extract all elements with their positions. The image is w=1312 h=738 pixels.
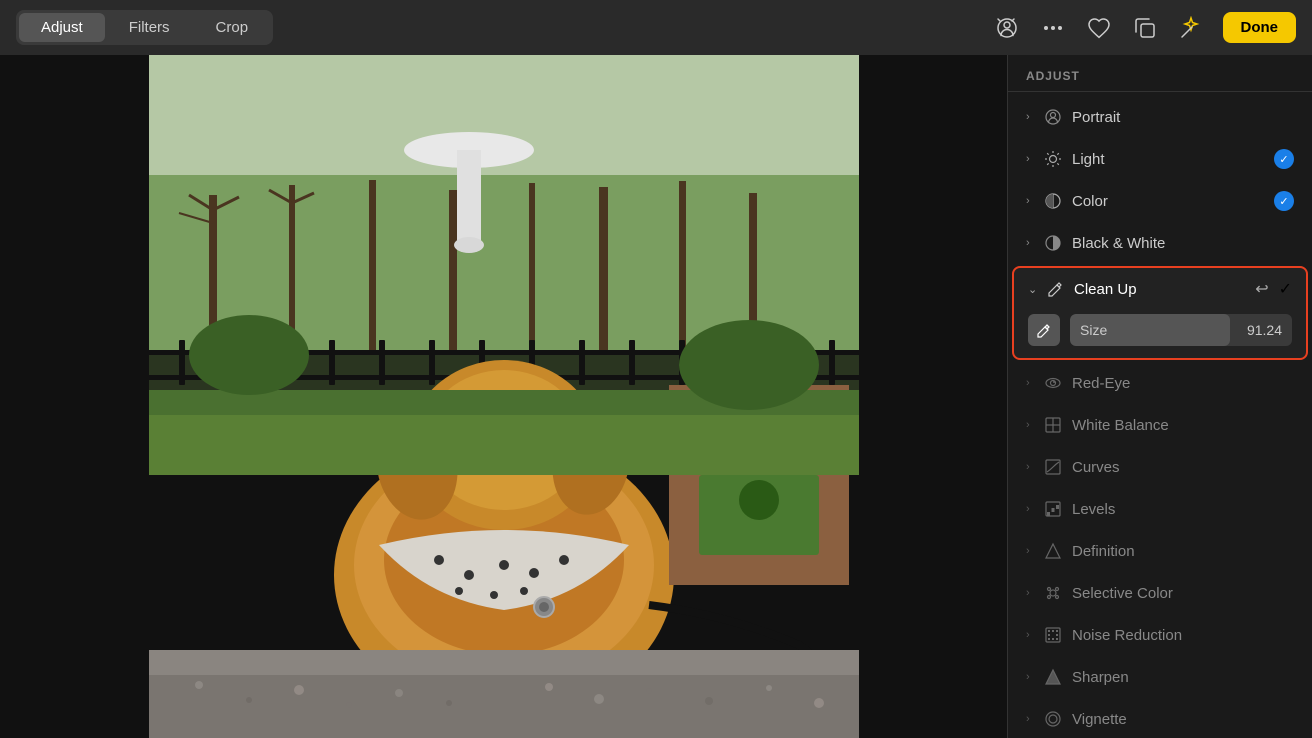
adjust-item-bw[interactable]: › Black & White (1012, 222, 1308, 264)
noisereduction-icon (1042, 624, 1064, 646)
undo-icon[interactable]: ↩ (1255, 279, 1268, 299)
adjust-item-portrait[interactable]: › Portrait (1012, 96, 1308, 138)
light-icon (1042, 148, 1064, 170)
brush-button[interactable] (1028, 314, 1060, 346)
adjust-item-redeye[interactable]: › Red-Eye (1012, 362, 1308, 404)
duplicate-icon[interactable] (1131, 14, 1159, 42)
color-icon (1042, 190, 1064, 212)
sharpen-icon (1042, 666, 1064, 688)
adjust-item-sharpen[interactable]: › Sharpen (1012, 656, 1308, 698)
size-label: Size (1080, 322, 1107, 338)
main-content: ADJUST › Portrait › Light ✓ › Color ✓ (0, 55, 1312, 738)
curves-label: Curves (1072, 459, 1294, 476)
chevron-right-icon: › (1026, 545, 1040, 557)
adjust-item-levels[interactable]: › Levels (1012, 488, 1308, 530)
chevron-right-icon: › (1026, 153, 1040, 165)
adjust-item-light[interactable]: › Light ✓ (1012, 138, 1308, 180)
light-label: Light (1072, 151, 1274, 168)
definition-icon (1042, 540, 1064, 562)
chevron-right-icon: › (1026, 237, 1040, 249)
color-label: Color (1072, 193, 1274, 210)
adjust-item-definition[interactable]: › Definition (1012, 530, 1308, 572)
right-panel: ADJUST › Portrait › Light ✓ › Color ✓ (1007, 55, 1312, 738)
adjust-item-color[interactable]: › Color ✓ (1012, 180, 1308, 222)
cleanup-section: ⌄ Clean Up ↩ ✓ Size 91.24 (1012, 266, 1308, 360)
redeye-icon (1042, 372, 1064, 394)
favorite-icon[interactable] (1085, 14, 1113, 42)
magic-wand-icon[interactable] (1177, 14, 1205, 42)
adjust-item-noisereduction[interactable]: › Noise Reduction (1012, 614, 1308, 656)
portrait-label: Portrait (1072, 109, 1294, 126)
bw-icon (1042, 232, 1064, 254)
bw-label: Black & White (1072, 235, 1294, 252)
light-check: ✓ (1274, 149, 1294, 169)
photo-canvas (149, 55, 859, 738)
chevron-right-icon: › (1026, 377, 1040, 389)
definition-label: Definition (1072, 543, 1294, 560)
whitebalance-label: White Balance (1072, 417, 1294, 434)
selectivecolor-icon (1042, 582, 1064, 604)
curves-icon (1042, 456, 1064, 478)
vignette-label: Vignette (1072, 711, 1294, 728)
chevron-right-icon: › (1026, 503, 1040, 515)
levels-label: Levels (1072, 501, 1294, 518)
chevron-right-icon: › (1026, 195, 1040, 207)
chevron-right-icon: › (1026, 671, 1040, 683)
adjust-item-curves[interactable]: › Curves (1012, 446, 1308, 488)
size-value: 91.24 (1247, 322, 1282, 338)
size-slider[interactable]: Size 91.24 (1070, 314, 1292, 346)
more-options-icon[interactable] (1039, 14, 1067, 42)
tab-adjust[interactable]: Adjust (19, 13, 105, 42)
vignette-icon (1042, 708, 1064, 730)
photo-area (0, 55, 1007, 738)
toolbar: Adjust Filters Crop (0, 0, 1312, 55)
toolbar-right: Done (993, 12, 1297, 43)
cleanup-label: Clean Up (1074, 281, 1255, 298)
cleanup-controls: Size 91.24 (1014, 310, 1306, 358)
cleanup-check: ✓ (1279, 279, 1292, 299)
sharpen-label: Sharpen (1072, 669, 1294, 686)
cleanup-header[interactable]: ⌄ Clean Up ↩ ✓ (1014, 268, 1306, 310)
color-check: ✓ (1274, 191, 1294, 211)
chevron-right-icon: › (1026, 419, 1040, 431)
cleanup-actions: ↩ ✓ (1255, 279, 1292, 299)
tab-filters[interactable]: Filters (107, 13, 192, 42)
tab-crop[interactable]: Crop (194, 13, 271, 42)
noisereduction-label: Noise Reduction (1072, 627, 1294, 644)
done-button[interactable]: Done (1223, 12, 1297, 43)
tab-group: Adjust Filters Crop (16, 10, 273, 45)
adjust-item-selectivecolor[interactable]: › Selective Color (1012, 572, 1308, 614)
whitebalance-icon (1042, 414, 1064, 436)
chevron-right-icon: › (1026, 111, 1040, 123)
portrait-mode-icon[interactable] (993, 14, 1021, 42)
levels-icon (1042, 498, 1064, 520)
chevron-down-icon: ⌄ (1028, 283, 1042, 296)
chevron-right-icon: › (1026, 713, 1040, 725)
adjust-item-vignette[interactable]: › Vignette (1012, 698, 1308, 738)
chevron-right-icon: › (1026, 629, 1040, 641)
chevron-right-icon: › (1026, 587, 1040, 599)
portrait-icon (1042, 106, 1064, 128)
redeye-label: Red-Eye (1072, 375, 1294, 392)
adjust-item-whitebalance[interactable]: › White Balance (1012, 404, 1308, 446)
cleanup-icon (1044, 278, 1066, 300)
chevron-right-icon: › (1026, 461, 1040, 473)
panel-header: ADJUST (1008, 55, 1312, 92)
selectivecolor-label: Selective Color (1072, 585, 1294, 602)
